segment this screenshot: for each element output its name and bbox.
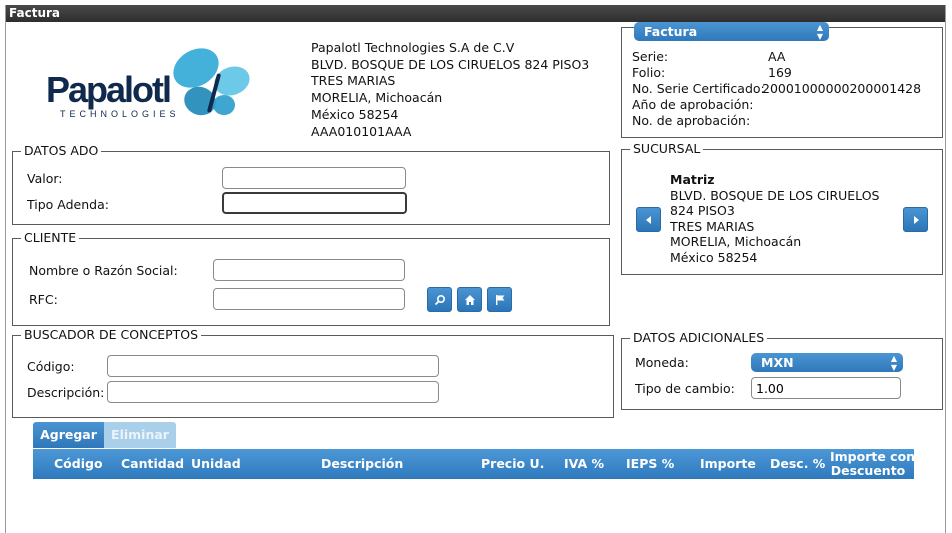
certificate-label: No. Serie Certificado: [632, 81, 765, 96]
document-type-value: Factura [644, 24, 698, 39]
tipo-adenda-input[interactable] [222, 192, 407, 214]
previous-branch-button[interactable] [636, 207, 661, 232]
sucursal-panel: SUCURSAL Matriz BLVD. BOSQUE DE LOS CIRU… [621, 141, 943, 275]
eliminar-button[interactable]: Eliminar [104, 422, 176, 448]
client-address-button[interactable] [457, 287, 482, 312]
serie-label: Serie: [632, 49, 669, 64]
col-codigo: Código [54, 456, 103, 471]
rfc-label: RFC: [29, 292, 58, 307]
client-flag-button[interactable] [487, 287, 512, 312]
col-iva: IVA % [564, 456, 605, 471]
sucursal-legend: SUCURSAL [630, 141, 704, 157]
concepts-table-header: Código Cantidad Unidad Descripción Preci… [33, 449, 916, 480]
issuer-info: Papalotl Technologies S.A de C.V BLVD. B… [311, 40, 589, 140]
tipo-adenda-label: Tipo Adenda: [27, 197, 109, 212]
search-icon [434, 294, 446, 306]
descripcion-label: Descripción: [27, 385, 105, 400]
branch-street: BLVD. BOSQUE DE LOS CIRUELOS [670, 187, 880, 203]
col-descripcion: Descripción [321, 456, 404, 471]
approval-number-label: No. de aprobación: [632, 113, 751, 128]
datos-adicionales-panel: DATOS ADICIONALES Moneda: MXN ▲ ▼ Tipo de… [621, 330, 943, 410]
moneda-select[interactable]: MXN ▲ ▼ [751, 353, 903, 372]
branch-name: Matriz [670, 172, 715, 187]
moneda-value: MXN [761, 355, 794, 370]
col-desc: Desc. % [770, 456, 826, 471]
cliente-panel: CLIENTE Nombre o Razón Social: RFC: [12, 230, 610, 326]
select-arrows-icon: ▲ ▼ [890, 354, 897, 372]
col-unidad: Unidad [191, 456, 241, 471]
valor-label: Valor: [27, 171, 63, 186]
issuer-name: Papalotl Technologies S.A de C.V [311, 40, 515, 55]
moneda-label: Moneda: [635, 355, 689, 370]
branch-number: 824 PISO3 [670, 203, 735, 219]
folio-label: Folio: [632, 65, 666, 80]
logo-word: Papalotl [46, 69, 172, 110]
serie-value: AA [768, 49, 786, 64]
issuer-rfc: AAA010101AAA [311, 123, 412, 139]
invoice-window: Factura Papalotl TECHNOLOGIES Papalotl T… [5, 5, 946, 533]
col-importe-descuento-line1: Importe con [830, 449, 916, 464]
col-cantidad: Cantidad [121, 456, 185, 471]
datos-ado-legend: DATOS ADO [21, 143, 102, 159]
nombre-input[interactable] [213, 259, 405, 281]
descripcion-input[interactable] [107, 381, 439, 403]
col-importe-descuento-line2: Descuento [830, 463, 906, 478]
chevron-right-icon [914, 216, 919, 224]
buscador-legend: BUSCADOR DE CONCEPTOS [21, 327, 202, 343]
issuer-street: BLVD. BOSQUE DE LOS CIRUELOS 824 PISO3 [311, 56, 590, 72]
codigo-label: Código: [27, 359, 75, 374]
select-arrows-icon: ▲ ▼ [816, 23, 823, 41]
document-type-select[interactable]: Factura ▲ ▼ [634, 22, 829, 41]
codigo-input[interactable] [107, 355, 439, 377]
folio-value: 169 [768, 65, 792, 80]
branch-address: Matriz BLVD. BOSQUE DE LOS CIRUELOS 824 … [670, 172, 879, 266]
window-title: Factura [6, 5, 945, 22]
certificate-value: 20001000000200001428 [762, 81, 922, 96]
chevron-left-icon [646, 216, 651, 224]
datos-adicionales-legend: DATOS ADICIONALES [630, 330, 768, 346]
butterfly-icon [173, 48, 250, 116]
tipo-cambio-input[interactable] [751, 377, 901, 399]
rfc-input[interactable] [213, 288, 405, 310]
logo-subtitle: TECHNOLOGIES [60, 109, 180, 119]
next-branch-button[interactable] [903, 207, 928, 232]
home-icon [465, 295, 475, 305]
valor-input[interactable] [222, 167, 406, 189]
approval-year-label: Año de aprobación: [632, 97, 754, 112]
flag-icon [496, 295, 505, 305]
search-client-button[interactable] [427, 287, 452, 312]
agregar-button[interactable]: Agregar [33, 422, 104, 448]
issuer-colony: TRES MARIAS [311, 73, 396, 89]
col-importe-descuento: Importe con Descuento [830, 449, 916, 480]
col-precio: Precio U. [481, 456, 545, 471]
company-logo: Papalotl TECHNOLOGIES [46, 33, 286, 133]
nombre-label: Nombre o Razón Social: [29, 263, 178, 278]
issuer-city: MORELIA, Michoacán [311, 90, 443, 106]
buscador-panel: BUSCADOR DE CONCEPTOS Código: Descripció… [12, 327, 614, 418]
datos-ado-panel: DATOS ADO Valor: Tipo Adenda: [12, 143, 610, 225]
col-ieps: IEPS % [626, 456, 675, 471]
issuer-country-zip: México 58254 [311, 106, 399, 122]
branch-country-zip: México 58254 [670, 249, 758, 265]
col-importe: Importe [700, 456, 756, 471]
branch-city: MORELIA, Michoacán [670, 234, 802, 250]
branch-colony: TRES MARIAS [670, 218, 755, 234]
cliente-legend: CLIENTE [21, 230, 80, 246]
tipo-cambio-label: Tipo de cambio: [635, 381, 735, 396]
